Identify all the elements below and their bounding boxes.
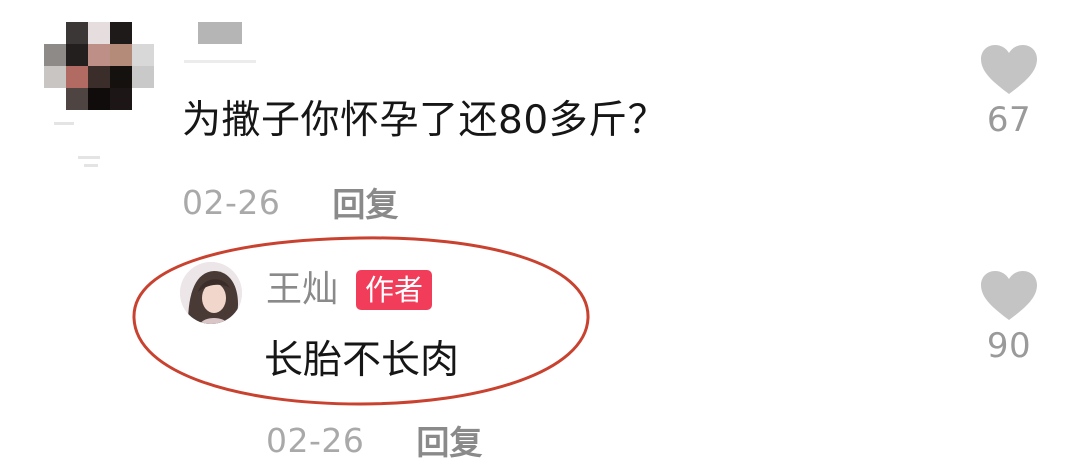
user-photo-icon	[180, 262, 242, 324]
like-button[interactable]: 67	[977, 44, 1041, 140]
reply-date: 02-26	[266, 420, 365, 460]
reply-meta: 02-26 回复	[266, 416, 482, 464]
heart-icon	[981, 271, 1037, 320]
reply-username[interactable]: 王灿	[266, 266, 338, 314]
like-button[interactable]: 90	[977, 270, 1041, 366]
avatar[interactable]	[180, 262, 242, 324]
username-redacted[interactable]	[198, 22, 242, 44]
like-count: 90	[986, 326, 1032, 366]
author-badge: 作者	[356, 270, 433, 310]
like-count: 67	[986, 100, 1032, 140]
comment-text: 为撒子你怀孕了还80多斤？	[182, 98, 668, 143]
comment-date: 02-26	[182, 182, 281, 222]
reply-button[interactable]: 回复	[416, 416, 482, 464]
heart-icon	[981, 45, 1037, 94]
comment-meta: 02-26 回复	[182, 178, 398, 226]
avatar-shadow-redacted	[50, 120, 106, 180]
reply-button[interactable]: 回复	[332, 178, 398, 226]
reply-text: 长胎不长肉	[264, 338, 460, 383]
highlight-circle	[132, 236, 590, 406]
username-redacted-underline	[184, 60, 256, 63]
avatar-redacted[interactable]	[44, 22, 156, 112]
